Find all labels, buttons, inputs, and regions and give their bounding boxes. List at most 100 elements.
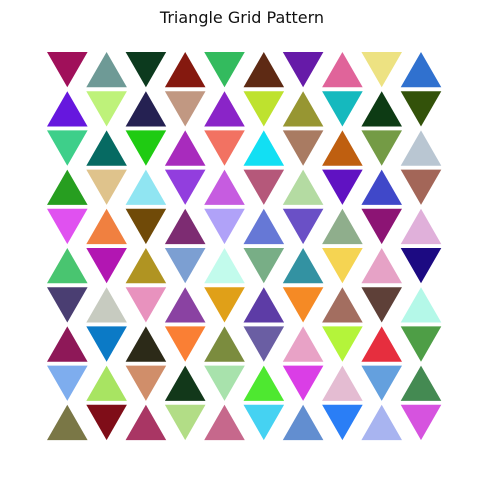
triangle-r3-c1 [86,169,127,205]
triangle-r8-c0 [47,365,88,401]
triangle-r8-c7 [322,365,363,401]
triangle-r0-c7 [322,52,363,88]
triangle-r2-c1 [86,130,127,166]
triangle-r8-c6 [282,365,324,401]
triangle-r9-c9 [400,404,442,441]
triangle-r3-c4 [204,169,245,205]
triangle-r9-c4 [204,404,245,441]
triangle-r6-c1 [86,287,127,323]
triangle-r9-c7 [322,404,363,441]
triangle-r3-c0 [47,169,88,205]
triangle-r7-c8 [361,326,402,362]
triangle-r1-c0 [47,91,88,127]
triangle-r8-c9 [400,365,442,401]
triangle-r5-c3 [164,248,206,284]
triangle-r5-c5 [243,248,285,284]
triangle-r6-c7 [322,287,363,323]
triangle-r2-c9 [400,130,442,166]
triangle-r9-c6 [282,404,324,441]
triangle-r7-c6 [282,326,324,362]
triangle-r9-c2 [125,404,167,441]
triangle-grid-plot [47,52,442,441]
triangle-r6-c0 [47,287,88,323]
triangle-r3-c3 [164,169,206,205]
triangle-r5-c8 [361,248,402,284]
triangle-r7-c4 [204,326,245,362]
triangle-r5-c9 [400,248,442,284]
triangle-r0-c2 [125,52,167,88]
triangle-r4-c2 [125,208,167,245]
triangle-r5-c6 [282,248,324,284]
triangle-r5-c7 [322,248,363,284]
triangle-r4-c0 [47,208,88,245]
triangle-r2-c8 [361,130,402,166]
triangle-r0-c6 [282,52,324,88]
triangle-r3-c8 [361,169,402,205]
triangle-r4-c3 [164,208,206,245]
triangle-r6-c8 [361,287,402,323]
triangle-r4-c7 [322,208,363,245]
triangle-r7-c5 [243,326,285,362]
triangle-r2-c2 [125,130,167,166]
triangle-r9-c1 [86,404,127,441]
triangle-r3-c5 [243,169,285,205]
triangle-r1-c1 [86,91,127,127]
triangle-r8-c5 [243,365,285,401]
triangle-r8-c2 [125,365,167,401]
triangle-r1-c2 [125,91,167,127]
triangle-r7-c1 [86,326,127,362]
triangle-r0-c0 [47,52,88,88]
triangle-r1-c7 [322,91,363,127]
triangle-r3-c9 [400,169,442,205]
triangle-r4-c4 [204,208,245,245]
triangle-r2-c4 [204,130,245,166]
triangle-r0-c3 [164,52,206,88]
triangle-r0-c5 [243,52,285,88]
triangle-r0-c4 [204,52,245,88]
triangle-r7-c0 [47,326,88,362]
triangle-r4-c9 [400,208,442,245]
triangle-r4-c1 [86,208,127,245]
triangle-r1-c6 [282,91,324,127]
triangle-r1-c4 [204,91,245,127]
triangle-r2-c6 [282,130,324,166]
triangle-r8-c4 [204,365,245,401]
triangle-r8-c1 [86,365,127,401]
triangle-r1-c3 [164,91,206,127]
triangle-r6-c4 [204,287,245,323]
triangle-r1-c5 [243,91,285,127]
triangle-r4-c5 [243,208,285,245]
triangle-r6-c3 [164,287,206,323]
triangle-r0-c1 [86,52,127,88]
triangle-r6-c9 [400,287,442,323]
triangle-r6-c6 [282,287,324,323]
triangle-r7-c3 [164,326,206,362]
triangle-r5-c4 [204,248,245,284]
triangle-r1-c9 [400,91,442,127]
triangle-r2-c3 [164,130,206,166]
triangle-r4-c8 [361,208,402,245]
triangle-r7-c9 [400,326,442,362]
triangle-r9-c8 [361,404,402,441]
triangle-r2-c7 [322,130,363,166]
triangle-r3-c7 [322,169,363,205]
triangle-r5-c2 [125,248,167,284]
triangle-r6-c5 [243,287,285,323]
triangle-r4-c6 [282,208,324,245]
triangle-r5-c0 [47,248,88,284]
triangle-r9-c5 [243,404,285,441]
triangle-r6-c2 [125,287,167,323]
triangle-r5-c1 [86,248,127,284]
triangle-r3-c6 [282,169,324,205]
triangle-r9-c0 [47,404,88,441]
triangle-r8-c3 [164,365,206,401]
triangle-r0-c9 [400,52,442,88]
triangle-r9-c3 [164,404,206,441]
triangle-r3-c2 [125,169,167,205]
triangle-r1-c8 [361,91,402,127]
triangle-r7-c7 [322,326,363,362]
triangle-r8-c8 [361,365,402,401]
triangle-r7-c2 [125,326,167,362]
triangle-r2-c0 [47,130,88,166]
triangle-r2-c5 [243,130,285,166]
